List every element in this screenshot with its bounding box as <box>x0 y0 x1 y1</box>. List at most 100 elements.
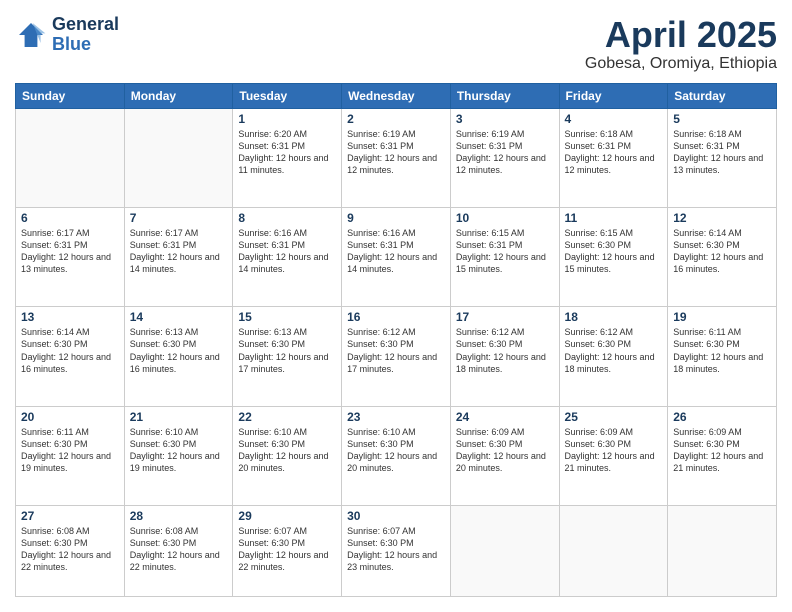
col-sunday: Sunday <box>16 83 125 108</box>
day-info: Sunrise: 6:10 AM Sunset: 6:30 PM Dayligh… <box>238 426 336 475</box>
day-info: Sunrise: 6:08 AM Sunset: 6:30 PM Dayligh… <box>21 525 119 574</box>
header: General Blue April 2025 Gobesa, Oromiya,… <box>15 15 777 73</box>
table-cell: 9 Sunrise: 6:16 AM Sunset: 6:31 PM Daylig… <box>342 207 451 306</box>
day-info: Sunrise: 6:08 AM Sunset: 6:30 PM Dayligh… <box>130 525 228 574</box>
day-number: 18 <box>565 310 663 324</box>
table-cell <box>124 108 233 207</box>
day-info: Sunrise: 6:16 AM Sunset: 6:31 PM Dayligh… <box>347 227 445 276</box>
day-info: Sunrise: 6:13 AM Sunset: 6:30 PM Dayligh… <box>238 326 336 375</box>
table-cell <box>668 505 777 596</box>
col-wednesday: Wednesday <box>342 83 451 108</box>
table-cell: 26 Sunrise: 6:09 AM Sunset: 6:30 PM Dayli… <box>668 406 777 505</box>
table-cell: 18Sunrise: 6:12 AM Sunset: 6:30 PM Dayli… <box>559 307 668 406</box>
day-number: 20 <box>21 410 119 424</box>
logo-icon <box>15 19 47 51</box>
month-title: April 2025 <box>585 15 777 55</box>
day-info: Sunrise: 6:18 AM Sunset: 6:31 PM Dayligh… <box>565 128 663 177</box>
table-cell: 20 Sunrise: 6:11 AM Sunset: 6:30 PM Dayli… <box>16 406 125 505</box>
table-cell: 28 Sunrise: 6:08 AM Sunset: 6:30 PM Dayli… <box>124 505 233 596</box>
col-saturday: Saturday <box>668 83 777 108</box>
day-number: 5 <box>673 112 771 126</box>
table-cell: 3Sunrise: 6:19 AM Sunset: 6:31 PM Daylig… <box>450 108 559 207</box>
day-number: 6 <box>21 211 119 225</box>
day-number: 7 <box>130 211 228 225</box>
col-monday: Monday <box>124 83 233 108</box>
day-number: 13 <box>21 310 119 324</box>
day-number: 2 <box>347 112 445 126</box>
day-number: 11 <box>565 211 663 225</box>
table-cell: 19Sunrise: 6:11 AM Sunset: 6:30 PM Dayli… <box>668 307 777 406</box>
day-number: 29 <box>238 509 336 523</box>
day-number: 16 <box>347 310 445 324</box>
day-info: Sunrise: 6:14 AM Sunset: 6:30 PM Dayligh… <box>673 227 771 276</box>
table-cell: 13 Sunrise: 6:14 AM Sunset: 6:30 PM Dayli… <box>16 307 125 406</box>
table-cell: 29Sunrise: 6:07 AM Sunset: 6:30 PM Dayli… <box>233 505 342 596</box>
day-number: 8 <box>238 211 336 225</box>
day-number: 28 <box>130 509 228 523</box>
table-cell: 25 Sunrise: 6:09 AM Sunset: 6:30 PM Dayli… <box>559 406 668 505</box>
table-cell <box>559 505 668 596</box>
location-title: Gobesa, Oromiya, Ethiopia <box>585 55 777 73</box>
day-info: Sunrise: 6:07 AM Sunset: 6:30 PM Dayligh… <box>347 525 445 574</box>
table-cell: 30 Sunrise: 6:07 AM Sunset: 6:30 PM Dayli… <box>342 505 451 596</box>
day-info: Sunrise: 6:09 AM Sunset: 6:30 PM Dayligh… <box>456 426 554 475</box>
day-number: 30 <box>347 509 445 523</box>
table-cell: 21 Sunrise: 6:10 AM Sunset: 6:30 PM Dayli… <box>124 406 233 505</box>
day-info: Sunrise: 6:17 AM Sunset: 6:31 PM Dayligh… <box>130 227 228 276</box>
day-info: Sunrise: 6:14 AM Sunset: 6:30 PM Dayligh… <box>21 326 119 375</box>
day-info: Sunrise: 6:17 AM Sunset: 6:31 PM Dayligh… <box>21 227 119 276</box>
day-number: 1 <box>238 112 336 126</box>
day-number: 4 <box>565 112 663 126</box>
day-info: Sunrise: 6:13 AM Sunset: 6:30 PM Dayligh… <box>130 326 228 375</box>
day-number: 15 <box>238 310 336 324</box>
logo: General Blue <box>15 15 119 55</box>
day-number: 12 <box>673 211 771 225</box>
day-info: Sunrise: 6:10 AM Sunset: 6:30 PM Dayligh… <box>130 426 228 475</box>
day-number: 22 <box>238 410 336 424</box>
day-info: Sunrise: 6:11 AM Sunset: 6:30 PM Dayligh… <box>21 426 119 475</box>
day-info: Sunrise: 6:09 AM Sunset: 6:30 PM Dayligh… <box>673 426 771 475</box>
day-number: 10 <box>456 211 554 225</box>
logo-text: General Blue <box>52 15 119 55</box>
table-cell: 14 Sunrise: 6:13 AM Sunset: 6:30 PM Dayli… <box>124 307 233 406</box>
day-info: Sunrise: 6:16 AM Sunset: 6:31 PM Dayligh… <box>238 227 336 276</box>
table-cell: 24 Sunrise: 6:09 AM Sunset: 6:30 PM Dayli… <box>450 406 559 505</box>
table-cell: 22 Sunrise: 6:10 AM Sunset: 6:30 PM Dayli… <box>233 406 342 505</box>
table-cell: 27 Sunrise: 6:08 AM Sunset: 6:30 PM Dayli… <box>16 505 125 596</box>
day-number: 26 <box>673 410 771 424</box>
day-info: Sunrise: 6:19 AM Sunset: 6:31 PM Dayligh… <box>347 128 445 177</box>
page: General Blue April 2025 Gobesa, Oromiya,… <box>0 0 792 612</box>
day-number: 14 <box>130 310 228 324</box>
table-cell: 10Sunrise: 6:15 AM Sunset: 6:31 PM Dayli… <box>450 207 559 306</box>
day-info: Sunrise: 6:15 AM Sunset: 6:30 PM Dayligh… <box>565 227 663 276</box>
day-number: 21 <box>130 410 228 424</box>
day-number: 17 <box>456 310 554 324</box>
day-info: Sunrise: 6:18 AM Sunset: 6:31 PM Dayligh… <box>673 128 771 177</box>
table-cell <box>450 505 559 596</box>
table-cell: 15 Sunrise: 6:13 AM Sunset: 6:30 PM Dayli… <box>233 307 342 406</box>
day-number: 19 <box>673 310 771 324</box>
table-cell: 12 Sunrise: 6:14 AM Sunset: 6:30 PM Dayli… <box>668 207 777 306</box>
table-cell: 23 Sunrise: 6:10 AM Sunset: 6:30 PM Dayli… <box>342 406 451 505</box>
col-friday: Friday <box>559 83 668 108</box>
day-number: 24 <box>456 410 554 424</box>
day-info: Sunrise: 6:10 AM Sunset: 6:30 PM Dayligh… <box>347 426 445 475</box>
table-cell: 8 Sunrise: 6:16 AM Sunset: 6:31 PM Daylig… <box>233 207 342 306</box>
day-info: Sunrise: 6:09 AM Sunset: 6:30 PM Dayligh… <box>565 426 663 475</box>
calendar-table: Sunday Monday Tuesday Wednesday Thursday… <box>15 83 777 597</box>
table-cell: 17Sunrise: 6:12 AM Sunset: 6:30 PM Dayli… <box>450 307 559 406</box>
table-cell: 4 Sunrise: 6:18 AM Sunset: 6:31 PM Daylig… <box>559 108 668 207</box>
col-tuesday: Tuesday <box>233 83 342 108</box>
day-number: 27 <box>21 509 119 523</box>
day-number: 23 <box>347 410 445 424</box>
day-info: Sunrise: 6:12 AM Sunset: 6:30 PM Dayligh… <box>347 326 445 375</box>
col-thursday: Thursday <box>450 83 559 108</box>
day-number: 25 <box>565 410 663 424</box>
day-number: 9 <box>347 211 445 225</box>
day-info: Sunrise: 6:20 AM Sunset: 6:31 PM Dayligh… <box>238 128 336 177</box>
table-cell <box>16 108 125 207</box>
table-cell: 16 Sunrise: 6:12 AM Sunset: 6:30 PM Dayli… <box>342 307 451 406</box>
title-area: April 2025 Gobesa, Oromiya, Ethiopia <box>585 15 777 73</box>
table-cell: 5 Sunrise: 6:18 AM Sunset: 6:31 PM Daylig… <box>668 108 777 207</box>
table-cell: 6 Sunrise: 6:17 AM Sunset: 6:31 PM Daylig… <box>16 207 125 306</box>
